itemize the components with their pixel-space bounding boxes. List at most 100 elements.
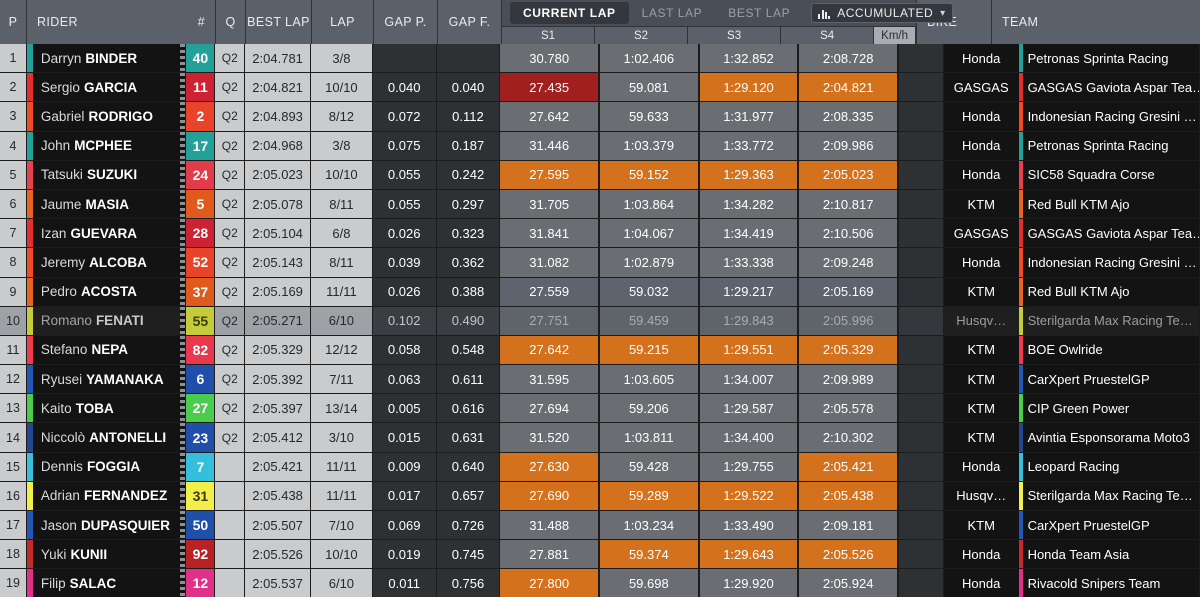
table-row[interactable]: 7 Izan GUEVARA 28 Q2 2:05.104 6/8 0.026 … [0, 219, 1200, 249]
cell-gap-f: 0.388 [436, 277, 501, 307]
cell-rider[interactable]: Tatsuki SUZUKI [26, 160, 187, 190]
team-color-stripe [1018, 423, 1023, 452]
rider-first-name: Dennis [40, 459, 83, 475]
cell-rider[interactable]: Jeremy ALCOBA [26, 248, 187, 278]
cell-sector-3: 1:29.587 [699, 394, 800, 424]
cell-rider[interactable]: Filip SALAC [26, 569, 187, 597]
rider-divider-dots [180, 44, 186, 73]
cell-kmh [898, 219, 944, 249]
accumulated-select[interactable]: ACCUMULATED ▾ [811, 3, 953, 23]
cell-rider[interactable]: Gabriel RODRIGO [26, 102, 187, 132]
header-s3: S3 [688, 26, 782, 44]
table-row[interactable]: 17 Jason DUPASQUIER 50 2:05.507 7/10 0.0… [0, 511, 1200, 541]
motogp-timing-screen: P RIDER # Q BEST LAP LAP GAP P. GAP F. C… [0, 0, 1200, 597]
cell-rider[interactable]: Stefano NEPA [26, 335, 187, 366]
table-row[interactable]: 4 John MCPHEE 17 Q2 2:04.968 3/8 0.075 0… [0, 131, 1200, 161]
cell-position: 1 [0, 44, 27, 74]
cell-rider[interactable]: Sergio GARCIA [26, 73, 187, 103]
team-name: Indonesian Racing Gresini … [1027, 108, 1197, 124]
cell-rider[interactable]: Dennis FOGGIA [26, 452, 187, 482]
cell-rider[interactable]: Jaume MASIA [26, 189, 187, 220]
cell-best-lap: 2:05.537 [245, 569, 311, 597]
cell-rider[interactable]: Romano FENATI [26, 306, 187, 336]
cell-gap-p: 0.039 [372, 248, 437, 278]
cell-sector-1: 27.559 [500, 277, 601, 307]
cell-rider[interactable]: Darryn BINDER [26, 44, 187, 74]
team-color-stripe [1018, 335, 1023, 365]
rider-color-stripe [26, 219, 33, 248]
table-row[interactable]: 2 Sergio GARCIA 11 Q2 2:04.821 10/10 0.0… [0, 73, 1200, 103]
cell-kmh [898, 73, 944, 103]
cell-rider[interactable]: Izan GUEVARA [26, 219, 187, 249]
rider-first-name: Gabriel [40, 108, 85, 124]
cell-sector-4: 2:09.181 [799, 511, 899, 541]
cell-position: 19 [0, 569, 27, 597]
cell-rider-number: 37 [186, 277, 216, 307]
cell-team: GASGAS Gaviota Aspar Tea… [1018, 73, 1200, 103]
cell-gap-p: 0.026 [372, 219, 437, 249]
cell-team: Red Bull KTM Ajo [1018, 189, 1200, 220]
cell-gap-p: 0.026 [372, 277, 437, 307]
rider-color-stripe [26, 306, 33, 335]
table-row[interactable]: 9 Pedro ACOSTA 37 Q2 2:05.169 11/11 0.02… [0, 277, 1200, 307]
table-row[interactable]: 15 Dennis FOGGIA 7 2:05.421 11/11 0.009 … [0, 452, 1200, 482]
table-row[interactable]: 10 Romano FENATI 55 Q2 2:05.271 6/10 0.1… [0, 306, 1200, 336]
table-row[interactable]: 13 Kaito TOBA 27 Q2 2:05.397 13/14 0.005… [0, 394, 1200, 424]
table-row[interactable]: 16 Adrian FERNANDEZ 31 2:05.438 11/11 0.… [0, 481, 1200, 511]
cell-sector-3: 1:29.217 [699, 277, 800, 307]
cell-bike: KTM [943, 189, 1019, 220]
table-row[interactable]: 1 Darryn BINDER 40 Q2 2:04.781 3/8 30.78… [0, 44, 1200, 74]
cell-rider[interactable]: Jason DUPASQUIER [26, 511, 187, 541]
table-row[interactable]: 5 Tatsuki SUZUKI 24 Q2 2:05.023 10/10 0.… [0, 160, 1200, 190]
cell-rider[interactable]: Niccolò ANTONELLI [26, 423, 187, 453]
table-row[interactable]: 3 Gabriel RODRIGO 2 Q2 2:04.893 8/12 0.0… [0, 102, 1200, 132]
table-row[interactable]: 11 Stefano NEPA 82 Q2 2:05.329 12/12 0.0… [0, 335, 1200, 366]
cell-gap-p: 0.015 [372, 423, 437, 453]
cell-rider[interactable]: Pedro ACOSTA [26, 277, 187, 307]
cell-rider[interactable]: Ryusei YAMANAKA [26, 365, 187, 395]
cell-lap: 10/10 [311, 540, 373, 570]
cell-kmh [898, 365, 944, 395]
cell-lap: 10/10 [311, 160, 373, 190]
tab-current-lap[interactable]: CURRENT LAP [510, 2, 629, 24]
rider-color-stripe [26, 102, 33, 131]
table-row[interactable]: 19 Filip SALAC 12 2:05.537 6/10 0.011 0.… [0, 569, 1200, 597]
header-position: P [0, 0, 27, 44]
rider-divider-dots [180, 131, 186, 160]
team-color-stripe [1018, 277, 1023, 306]
tab-best-lap[interactable]: BEST LAP [715, 2, 803, 24]
cell-position: 5 [0, 160, 27, 190]
cell-best-lap: 2:05.329 [245, 335, 311, 366]
cell-rider[interactable]: John MCPHEE [26, 131, 187, 161]
cell-lap: 3/8 [311, 44, 373, 74]
table-row[interactable]: 8 Jeremy ALCOBA 52 Q2 2:05.143 8/11 0.03… [0, 248, 1200, 278]
rider-last-name: FERNANDEZ [83, 488, 168, 504]
cell-kmh [898, 481, 944, 511]
rider-divider-dots [180, 248, 186, 277]
table-row[interactable]: 14 Niccolò ANTONELLI 23 Q2 2:05.412 3/10… [0, 423, 1200, 453]
rider-first-name: Izan [40, 225, 67, 241]
cell-sector-4: 2:09.248 [799, 248, 899, 278]
cell-rider[interactable]: Adrian FERNANDEZ [26, 481, 187, 511]
rider-last-name: SUZUKI [86, 167, 138, 183]
rider-divider-dots [180, 73, 186, 102]
cell-team: Sterilgarda Max Racing Te… [1018, 306, 1200, 336]
cell-bike: Honda [943, 540, 1019, 570]
team-color-stripe [1018, 569, 1023, 597]
cell-rider[interactable]: Yuki KUNII [26, 540, 187, 570]
team-color-stripe [1018, 102, 1023, 131]
cell-lap: 8/11 [311, 189, 373, 220]
table-row[interactable]: 18 Yuki KUNII 92 2:05.526 10/10 0.019 0.… [0, 540, 1200, 570]
cell-rider[interactable]: Kaito TOBA [26, 394, 187, 424]
cell-best-lap: 2:05.392 [245, 365, 311, 395]
table-row[interactable]: 12 Ryusei YAMANAKA 6 Q2 2:05.392 7/11 0.… [0, 365, 1200, 395]
tab-last-lap[interactable]: LAST LAP [629, 2, 716, 24]
table-row[interactable]: 6 Jaume MASIA 5 Q2 2:05.078 8/11 0.055 0… [0, 189, 1200, 220]
cell-team: GASGAS Gaviota Aspar Tea… [1018, 219, 1200, 249]
cell-sector-1: 31.520 [500, 423, 601, 453]
cell-position: 7 [0, 219, 27, 249]
cell-best-lap: 2:05.438 [245, 481, 311, 511]
rider-color-stripe [26, 452, 33, 481]
cell-team: Indonesian Racing Gresini … [1018, 102, 1200, 132]
cell-lap: 12/12 [311, 335, 373, 366]
